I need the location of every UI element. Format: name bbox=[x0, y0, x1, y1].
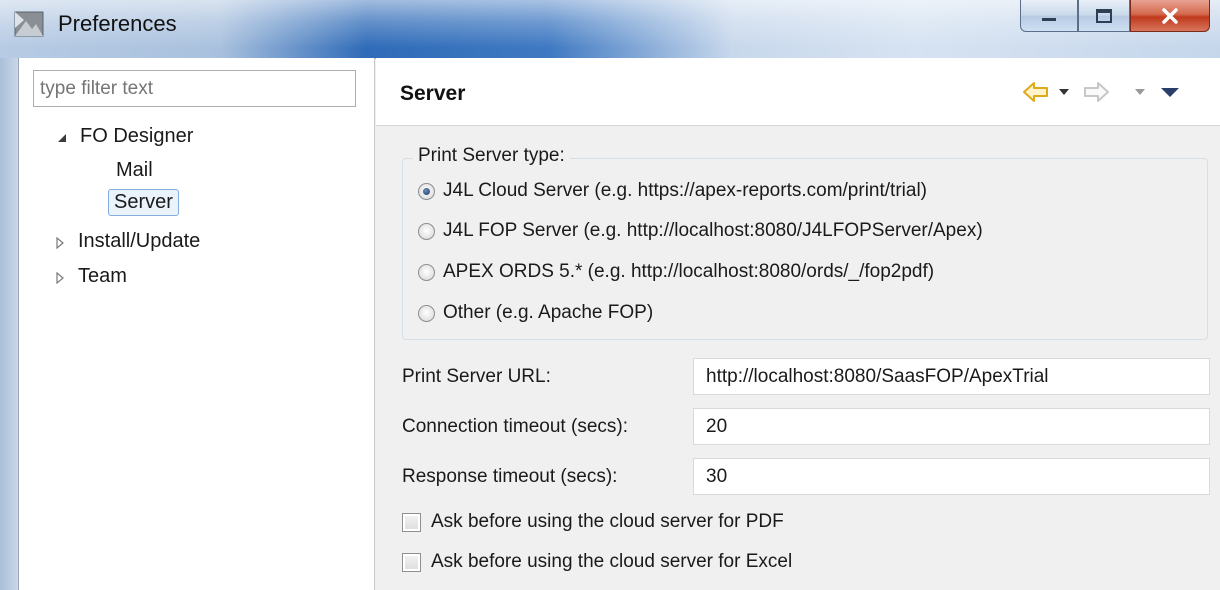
forward-history-dropdown-icon[interactable] bbox=[1134, 87, 1146, 97]
radio-label: APEX ORDS 5.* (e.g. http://localhost:808… bbox=[443, 261, 935, 282]
maximize-icon bbox=[1096, 8, 1112, 23]
ask-cloud-excel-option[interactable]: Ask before using the cloud server for Ex… bbox=[402, 548, 792, 576]
print-server-url-field[interactable] bbox=[693, 358, 1210, 395]
collapsed-triangle-icon[interactable] bbox=[54, 272, 66, 284]
checkbox[interactable] bbox=[402, 552, 421, 572]
view-menu-icon[interactable] bbox=[1160, 86, 1180, 98]
page-title: Server bbox=[400, 82, 466, 105]
group-legend: Print Server type: bbox=[413, 145, 570, 167]
radio-button[interactable] bbox=[418, 222, 435, 240]
response-timeout-field[interactable] bbox=[693, 458, 1210, 495]
minimize-icon bbox=[1042, 17, 1056, 21]
window-controls bbox=[1020, 0, 1210, 36]
radio-button[interactable] bbox=[418, 263, 435, 281]
radio-label: Other (e.g. Apache FOP) bbox=[443, 302, 654, 323]
forward-arrow-icon[interactable] bbox=[1082, 80, 1110, 104]
tree-item-install-update[interactable]: Install/Update bbox=[50, 227, 250, 257]
radio-option-cloud-server[interactable]: J4L Cloud Server (e.g. https://apex-repo… bbox=[418, 177, 927, 205]
window-title: Preferences bbox=[58, 11, 177, 36]
preferences-app-icon bbox=[14, 11, 44, 37]
tree-item-team[interactable]: Team bbox=[50, 262, 250, 292]
connection-timeout-field[interactable] bbox=[693, 408, 1210, 445]
filter-input[interactable] bbox=[33, 70, 356, 107]
collapsed-triangle-icon[interactable] bbox=[54, 237, 66, 249]
radio-button[interactable] bbox=[418, 304, 435, 322]
radio-label: J4L FOP Server (e.g. http://localhost:80… bbox=[443, 220, 983, 241]
maximize-button[interactable] bbox=[1078, 0, 1130, 32]
tree-item-fo-designer[interactable]: FO Designer bbox=[50, 122, 250, 152]
radio-option-other[interactable]: Other (e.g. Apache FOP) bbox=[418, 299, 653, 327]
response-timeout-label: Response timeout (secs): bbox=[402, 466, 618, 487]
close-icon bbox=[1162, 7, 1178, 24]
minimize-button[interactable] bbox=[1020, 0, 1078, 32]
checkbox[interactable] bbox=[402, 512, 421, 532]
tree-item-label: Team bbox=[78, 265, 127, 287]
tree-item-mail[interactable]: Mail bbox=[110, 156, 230, 186]
close-button[interactable] bbox=[1130, 0, 1210, 32]
print-server-url-label: Print Server URL: bbox=[402, 366, 551, 387]
back-history-dropdown-icon[interactable] bbox=[1058, 87, 1070, 97]
tree-item-label: Server bbox=[108, 189, 179, 216]
radio-option-fop-server[interactable]: J4L FOP Server (e.g. http://localhost:80… bbox=[418, 217, 983, 245]
tree-item-label: FO Designer bbox=[80, 125, 194, 147]
radio-label: J4L Cloud Server (e.g. https://apex-repo… bbox=[443, 180, 927, 201]
connection-timeout-label: Connection timeout (secs): bbox=[402, 416, 628, 437]
title-bar: Preferences bbox=[0, 0, 1220, 58]
ask-cloud-pdf-option[interactable]: Ask before using the cloud server for PD… bbox=[402, 508, 784, 536]
tree-item-label: Mail bbox=[116, 159, 153, 181]
window-border bbox=[0, 58, 18, 590]
back-arrow-icon[interactable] bbox=[1022, 80, 1050, 104]
expanded-triangle-icon[interactable] bbox=[56, 132, 68, 144]
checkbox-label: Ask before using the cloud server for PD… bbox=[431, 511, 784, 532]
radio-button[interactable] bbox=[418, 182, 435, 200]
checkbox-label: Ask before using the cloud server for Ex… bbox=[431, 551, 793, 572]
radio-option-apex-ords[interactable]: APEX ORDS 5.* (e.g. http://localhost:808… bbox=[418, 258, 934, 286]
tree-item-server[interactable]: Server bbox=[108, 189, 188, 219]
tree-item-label: Install/Update bbox=[78, 230, 201, 252]
